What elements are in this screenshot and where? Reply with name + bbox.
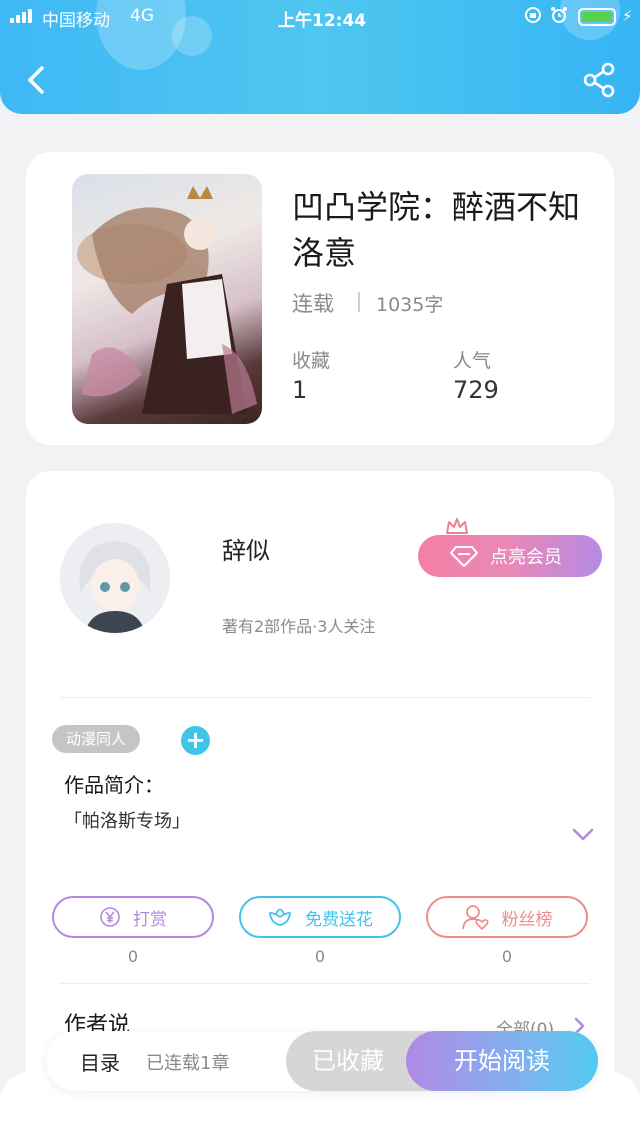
favorites-label: 收藏 [292, 350, 331, 372]
alarm-icon [551, 7, 567, 23]
vip-button[interactable]: 点亮会员 [418, 535, 602, 577]
table-of-contents-button[interactable]: 目录 [80, 1047, 120, 1076]
send-flower-button[interactable]: 免费送花 [239, 896, 401, 938]
status-bar: 中国移动 4G 上午12:44 ⚡ [0, 0, 640, 34]
header-bar: 中国移动 4G 上午12:44 ⚡ [0, 0, 640, 114]
flower-count: 0 [314, 947, 326, 966]
status-time: 上午12:44 [278, 11, 367, 31]
favorites-count: 1 [292, 376, 308, 404]
diamond-icon [450, 546, 478, 567]
flower-icon [269, 908, 291, 926]
start-reading-button[interactable]: 开始阅读 [406, 1031, 598, 1091]
book-status: 连载 [292, 292, 334, 316]
popularity-label: 人气 [453, 350, 492, 372]
yen-icon [100, 907, 120, 927]
fans-icon [461, 905, 489, 930]
back-icon[interactable] [22, 62, 52, 98]
charging-icon: ⚡ [622, 7, 633, 25]
fan-ranking-label: 粉丝榜 [501, 909, 553, 930]
avatar-illustration [60, 523, 170, 633]
avatar[interactable] [60, 523, 170, 633]
author-meta: 著有2部作品·3人关注 [222, 617, 376, 636]
share-icon[interactable] [580, 60, 620, 100]
battery-icon [578, 8, 616, 26]
word-count: 1035字 [376, 294, 444, 316]
fan-ranking-button[interactable]: 粉丝榜 [426, 896, 588, 938]
intro-text: 「帕洛斯专场」 [64, 811, 190, 832]
chapter-count: 已连载1章 [146, 1053, 230, 1074]
bottom-action-bar: 目录 已连载1章 已收藏 开始阅读 [46, 1031, 598, 1091]
divider [60, 983, 590, 984]
book-info-card: 凹凸学院：醉酒不知洛意 连载 1035字 收藏 1 人气 729 [26, 152, 614, 445]
carrier-label: 中国移动 [42, 11, 110, 31]
author-name[interactable]: 辞似 [222, 531, 270, 566]
reward-count: 0 [127, 947, 139, 966]
crown-icon [446, 518, 468, 534]
divider [60, 697, 590, 698]
network-label: 4G [130, 6, 154, 26]
book-title: 凹凸学院：醉酒不知洛意 [292, 188, 581, 272]
signal-icon [10, 9, 32, 23]
add-tag-button[interactable]: + [181, 726, 210, 755]
reward-button[interactable]: 打赏 [52, 896, 214, 938]
vip-button-label: 点亮会员 [490, 547, 562, 568]
book-cover[interactable] [72, 174, 262, 424]
reward-label: 打赏 [133, 909, 167, 930]
chevron-down-icon[interactable] [572, 827, 594, 843]
rotation-lock-icon [525, 7, 541, 23]
cover-illustration [77, 186, 257, 414]
divider [358, 292, 360, 312]
intro-title: 作品简介： [64, 773, 164, 797]
status-icons [524, 6, 568, 24]
genre-tag[interactable]: 动漫同人 [52, 725, 141, 753]
send-flower-label: 免费送花 [305, 909, 373, 930]
popularity-count: 729 [453, 376, 499, 404]
fan-ranking-count: 0 [501, 947, 513, 966]
